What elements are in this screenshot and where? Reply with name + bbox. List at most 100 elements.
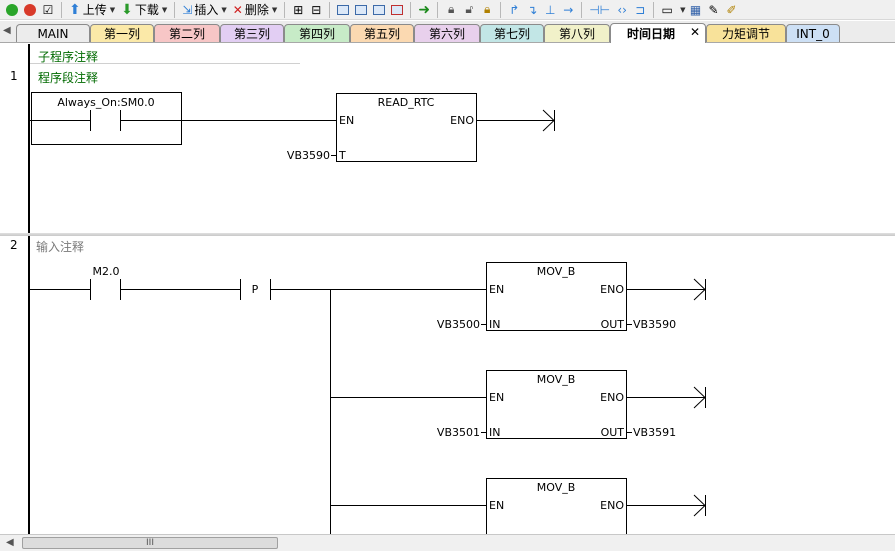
lock-plus-icon[interactable]: 🔒︎ (479, 2, 495, 18)
in-operand[interactable]: VB3500 (437, 318, 480, 331)
box-left-icon[interactable] (353, 2, 369, 18)
run-icon[interactable] (4, 2, 20, 18)
tab-label: 第八列 (558, 27, 595, 41)
toolbar-separator (410, 1, 412, 18)
tab-column-1[interactable]: 第一列 (90, 24, 154, 42)
note-icon[interactable]: ✎ (706, 2, 722, 18)
edit-icon[interactable]: ✐ (724, 2, 740, 18)
insert-button[interactable]: ⇲ 插入 ▼ (180, 2, 228, 18)
contact-address[interactable]: Always_On:SM0.0 (57, 96, 154, 109)
box-delete-icon[interactable] (389, 2, 405, 18)
tab-column-2[interactable]: 第二列 (154, 24, 220, 42)
contact-address[interactable]: M2.0 (93, 265, 120, 278)
eno-pin-label: ENO (450, 114, 474, 127)
scroll-left-icon[interactable]: ◀ (6, 537, 14, 548)
compile-icon[interactable]: ☑ (40, 2, 56, 18)
delete-icon: ✕ (232, 2, 243, 17)
tab-label: MAIN (37, 26, 69, 41)
download-label: 下载 (134, 3, 159, 17)
symbol-icon[interactable]: ▭ (659, 2, 675, 18)
box-title: READ_RTC (378, 96, 435, 109)
lock-icon[interactable]: 🔒︎ (443, 2, 459, 18)
upload-button[interactable]: ⬆ 上传 ▼ (67, 2, 117, 18)
tab-column-6[interactable]: 第六列 (414, 24, 480, 42)
eno-pin-label: ENO (600, 499, 624, 512)
tab-label: 第一列 (103, 27, 140, 41)
line-up-icon[interactable]: ↱ (506, 2, 522, 18)
box-title: MOV_B (537, 481, 576, 494)
delete-label: 删除 (244, 3, 269, 17)
tab-column-8[interactable]: 第八列 (544, 24, 610, 42)
tab-scroll-left-icon[interactable]: ◀ (3, 25, 11, 36)
box-title: MOV_B (537, 373, 576, 386)
tab-main[interactable]: MAIN (16, 24, 90, 42)
ladder-diagram: Always_On:SM0.0 READ_RTC EN ENO T VB3590… (30, 92, 706, 534)
edge-label: P (252, 283, 259, 296)
out-pin-label: OUT (601, 318, 625, 331)
tab-label: 第二列 (168, 27, 205, 41)
toolbar-separator (329, 1, 331, 18)
in-operand[interactable]: VB3501 (437, 426, 480, 439)
tab-column-4[interactable]: 第四列 (284, 24, 350, 42)
t-operand[interactable]: VB3590 (287, 149, 330, 162)
go-icon[interactable]: ➜ (416, 2, 432, 18)
insert-label: 插入 (194, 3, 219, 17)
stop-icon[interactable] (22, 2, 38, 18)
download-arrow-icon: ⬇ (121, 1, 133, 18)
tab-label: 第六列 (428, 27, 465, 41)
in-pin-label: IN (489, 318, 500, 331)
scrollbar-grip: III (146, 538, 154, 548)
tab-column-3[interactable]: 第三列 (220, 24, 284, 42)
box-right-icon[interactable] (371, 2, 387, 18)
in-pin-label: IN (489, 426, 500, 439)
toolbar-separator (653, 1, 655, 18)
en-pin-label: EN (489, 391, 504, 404)
tab-label: 第七列 (493, 27, 530, 41)
en-pin-label: EN (339, 114, 354, 127)
toolbar-separator (174, 1, 176, 18)
contact-icon[interactable]: ⊣⊢ (587, 2, 612, 18)
tab-column-7[interactable]: 第七列 (480, 24, 544, 42)
t-pin-label: T (338, 149, 346, 162)
unlock-icon[interactable]: 🔓︎ (461, 2, 477, 18)
tab-label: 力矩调节 (721, 27, 770, 41)
tab-column-5[interactable]: 第五列 (350, 24, 414, 42)
chevron-down-icon[interactable]: ▼ (110, 6, 115, 14)
network-alt-icon[interactable]: ⊟ (308, 2, 324, 18)
en-pin-label: EN (489, 499, 504, 512)
scrollbar-thumb[interactable]: III (22, 537, 278, 549)
ladder-editor[interactable]: 子程序注释 1 程序段注释 2 输入注释 Always_On:SM0.0 REA… (0, 44, 895, 534)
box-icon[interactable] (335, 2, 351, 18)
download-button[interactable]: ⬇ 下载 ▼ (119, 2, 169, 18)
toolbar-separator (500, 1, 502, 18)
toolbar-separator (284, 1, 286, 18)
toolbar-separator (437, 1, 439, 18)
table-icon[interactable]: ▦ (688, 2, 704, 18)
chevron-down-icon[interactable]: ▼ (272, 6, 277, 14)
tab-time-date[interactable]: 时间日期 ✕ (610, 23, 706, 43)
tab-label: 第三列 (233, 27, 270, 41)
tab-int-0[interactable]: INT_0 (786, 24, 840, 42)
insert-icon: ⇲ (182, 2, 193, 17)
out-operand[interactable]: VB3591 (633, 426, 676, 439)
horizontal-scrollbar[interactable]: ◀ III (0, 534, 895, 551)
line-down-icon[interactable]: ↴ (524, 2, 540, 18)
box-instruction-icon[interactable]: ⊐ (632, 2, 648, 18)
en-pin-label: EN (489, 283, 504, 296)
close-icon[interactable]: ✕ (690, 25, 700, 39)
line-right-icon[interactable]: → (560, 2, 576, 18)
delete-button[interactable]: ✕ 删除 ▼ (231, 2, 279, 18)
tab-torque-adjust[interactable]: 力矩调节 (706, 24, 786, 42)
chevron-down-icon[interactable]: ▼ (221, 6, 226, 14)
box-title: MOV_B (537, 265, 576, 278)
coil-icon[interactable]: ‹› (614, 2, 630, 18)
eno-pin-label: ENO (600, 283, 624, 296)
chevron-down-icon[interactable]: ▼ (680, 6, 685, 14)
program-tab-bar: ◀ MAIN 第一列 第二列 第三列 第四列 第五列 第六列 第七列 第八列 时… (0, 21, 895, 43)
chevron-down-icon[interactable]: ▼ (162, 6, 167, 14)
network-icon[interactable]: ⊞ (290, 2, 306, 18)
tab-label: 时间日期 (627, 27, 676, 41)
out-pin-label: OUT (601, 426, 625, 439)
line-left-icon[interactable]: ⊥ (542, 2, 558, 18)
out-operand[interactable]: VB3590 (633, 318, 676, 331)
